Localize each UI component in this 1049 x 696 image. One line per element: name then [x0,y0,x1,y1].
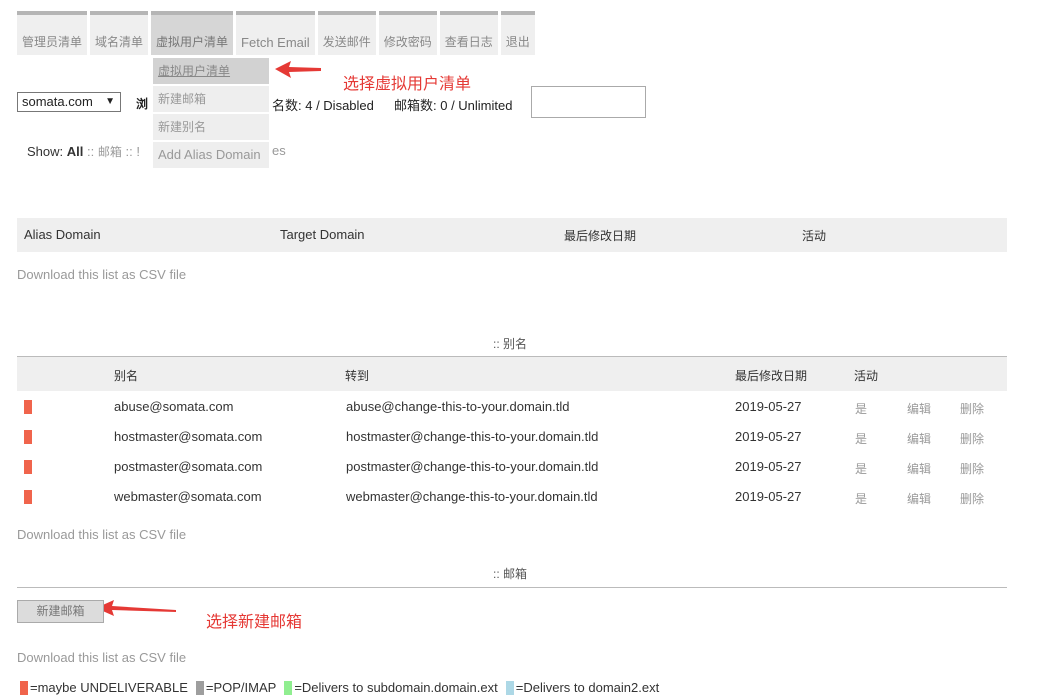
domain-select[interactable]: somata.com ▼ [17,92,121,112]
table-row: postmaster@somata.com postmaster@change-… [0,452,1049,482]
col-modified: 最后修改日期 [735,369,808,383]
new-mailbox-button[interactable]: 新建邮箱 [17,600,104,623]
mailboxes-csv-link[interactable]: Download this list as CSV file [17,650,186,665]
alias-domain-table-header: Alias Domain Target Domain 最后修改日期 活动 [17,218,1007,252]
col-active: 活动 [802,229,827,243]
edit-link[interactable]: 编辑 [907,460,931,477]
alias-domain-csv-link[interactable]: Download this list as CSV file [17,267,186,282]
divider [17,587,1007,588]
legend-undeliverable: =maybe UNDELIVERABLE [30,680,188,695]
search-input[interactable] [531,86,646,118]
alias-goto: abuse@change-this-to-your.domain.tld [346,399,570,414]
alias-active[interactable]: 是 [855,490,867,507]
dropdown-item-new-alias[interactable]: 新建别名 [153,114,269,140]
delete-link[interactable]: 删除 [960,430,984,447]
top-nav: 管理员清单 域名清单 虚拟用户清单 Fetch Email 发送邮件 修改密码 … [17,11,538,55]
virtual-user-dropdown: 虚拟用户清单 新建邮箱 新建别名 Add Alias Domain [153,58,269,170]
alias-address: hostmaster@somata.com [114,429,263,444]
col-active: 活动 [854,369,879,383]
legend-swatch [195,680,204,695]
alias-count: 名数: 4 / Disabled [272,98,374,113]
table-row: webmaster@somata.com webmaster@change-th… [0,482,1049,512]
edit-link[interactable]: 编辑 [907,490,931,507]
edit-link[interactable]: 编辑 [907,430,931,447]
alias-goto: postmaster@change-this-to-your.domain.tl… [346,459,599,474]
alias-active[interactable]: 是 [855,430,867,447]
undeliverable-marker [24,400,32,414]
show-all-link[interactable]: All [67,144,84,159]
alias-address: webmaster@somata.com [114,489,262,504]
status-legend: =maybe UNDELIVERABLE =POP/IMAP =Delivers… [20,680,667,695]
legend-swatch [20,680,28,695]
dropdown-item-new-mailbox[interactable]: 新建邮箱 [153,86,269,112]
nav-send-mail[interactable]: 发送邮件 [317,11,376,55]
annotation-select-vusers: 选择虚拟用户清单 [343,76,472,93]
show-filter-tail: es [272,143,286,158]
legend-swatch [284,680,293,695]
alias-address: postmaster@somata.com [114,459,263,474]
alias-address: abuse@somata.com [114,399,234,414]
legend-domain2: =Delivers to domain2.ext [515,680,660,695]
show-sep: :: [87,144,95,159]
nav-view-log[interactable]: 查看日志 [439,11,498,55]
alias-modified: 2019-05-27 [735,429,802,444]
col-target-domain: Target Domain [280,227,365,242]
mailbox-count: 邮箱数: 0 / Unlimited [394,98,513,113]
chevron-down-icon: ▼ [105,96,115,107]
nav-change-password[interactable]: 修改密码 [378,11,437,55]
col-goto: 转到 [345,369,370,383]
alias-goto: webmaster@change-this-to-your.domain.tld [346,489,598,504]
show-partial: ! [136,144,140,159]
col-alias-domain: Alias Domain [24,227,101,242]
annotation-select-new-mailbox: 选择新建邮箱 [206,614,303,631]
undeliverable-marker [24,460,32,474]
delete-link[interactable]: 删除 [960,400,984,417]
col-modified: 最后修改日期 [564,229,637,243]
nav-domain-list[interactable]: 域名清单 [90,11,149,55]
nav-admin-list[interactable]: 管理员清单 [17,11,88,55]
alias-modified: 2019-05-27 [735,459,802,474]
edit-link[interactable]: 编辑 [907,400,931,417]
table-row: abuse@somata.com abuse@change-this-to-yo… [0,392,1049,422]
alias-active[interactable]: 是 [855,460,867,477]
annotation-arrow-icon [275,61,321,78]
nav-fetch-email[interactable]: Fetch Email [236,11,315,55]
aliases-csv-link[interactable]: Download this list as CSV file [17,527,186,542]
nav-virtual-user-list[interactable]: 虚拟用户清单 [151,11,234,55]
dropdown-item-virtual-user-list[interactable]: 虚拟用户清单 [153,58,269,84]
show-filter: Show: All :: 邮箱 :: ! [27,143,140,160]
show-sep: :: [125,144,133,159]
mailboxes-section-title: :: 邮箱 [493,567,528,581]
annotation-arrow-icon [96,600,176,616]
alias-modified: 2019-05-27 [735,489,802,504]
legend-swatch [505,680,514,695]
legend-pop-imap: =POP/IMAP [205,680,277,695]
delete-link[interactable]: 删除 [960,490,984,507]
col-alias: 别名 [114,369,139,383]
undeliverable-marker [24,490,32,504]
alias-modified: 2019-05-27 [735,399,802,414]
show-mailbox-link[interactable]: 邮箱 [98,145,122,159]
undeliverable-marker [24,430,32,444]
legend-subdomain: =Delivers to subdomain.domain.ext [294,680,498,695]
table-row: hostmaster@somata.com hostmaster@change-… [0,422,1049,452]
aliases-section-title: :: 别名 [493,337,528,351]
show-prefix: Show: [27,144,64,159]
nav-logout[interactable]: 退出 [500,11,535,55]
domain-select-value: somata.com [22,94,93,109]
alias-active[interactable]: 是 [855,400,867,417]
delete-link[interactable]: 删除 [960,460,984,477]
aliases-table-header: 别名 转到 最后修改日期 活动 [17,357,1007,391]
browse-label: 浏 [136,97,149,111]
alias-goto: hostmaster@change-this-to-your.domain.tl… [346,429,599,444]
dropdown-item-add-alias-domain[interactable]: Add Alias Domain [153,142,269,168]
